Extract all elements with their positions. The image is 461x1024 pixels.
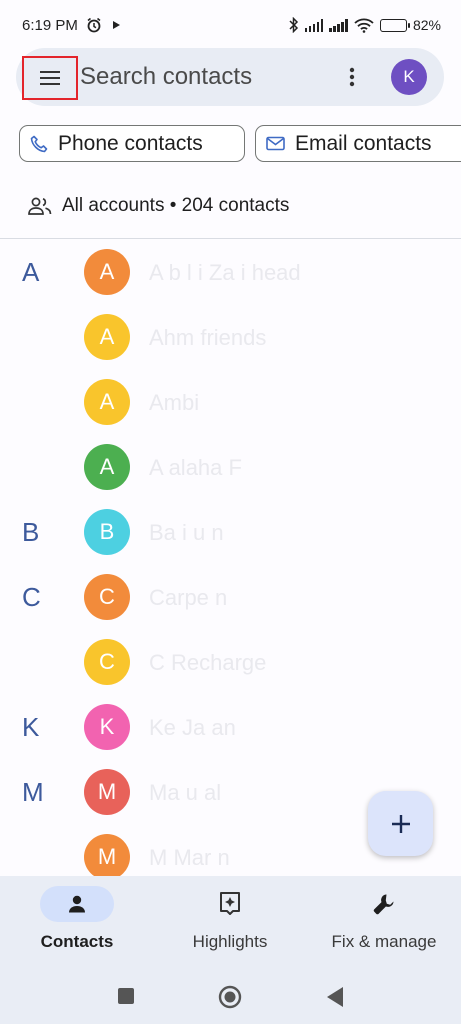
people-icon <box>28 197 52 215</box>
add-contact-button[interactable] <box>368 791 433 856</box>
status-time: 6:19 PM <box>22 16 78 34</box>
contact-name: Ke Ja an <box>149 715 236 740</box>
divider <box>0 238 461 239</box>
phone-contacts-chip[interactable]: Phone contacts <box>19 125 245 162</box>
battery-icon <box>379 18 410 32</box>
contact-name: A alaha F <box>149 455 242 480</box>
highlights-icon <box>220 892 240 915</box>
wrench-icon <box>373 894 394 915</box>
person-icon <box>69 895 85 913</box>
contact-avatar: A <box>84 379 130 425</box>
wifi-icon <box>354 18 374 33</box>
nav-fix-manage[interactable]: Fix & manage <box>309 886 459 952</box>
section-letter: B <box>22 517 40 547</box>
signal-icon <box>329 18 348 32</box>
contact-name: Carpe n <box>149 585 228 610</box>
alarm-icon <box>87 17 101 33</box>
account-initial: K <box>403 67 415 86</box>
hamburger-menu-icon <box>40 71 60 85</box>
contact-row[interactable]: B B Ba i u n <box>0 500 461 564</box>
phone-contacts-label: Phone contacts <box>58 131 203 155</box>
contact-name: A b l i Za i head <box>149 260 301 285</box>
accounts-summary[interactable]: All accounts • 204 contacts <box>28 192 289 220</box>
nav-highlights-label: Highlights <box>192 932 268 951</box>
contact-row[interactable]: C C Recharge <box>0 630 461 694</box>
nav-highlights-pill <box>193 886 267 922</box>
search-bar[interactable]: Search contacts K <box>16 48 444 106</box>
section-letter: M <box>22 777 44 807</box>
section-letter: C <box>22 582 41 612</box>
email-icon <box>266 136 285 151</box>
email-contacts-chip[interactable]: Email contacts <box>255 125 461 162</box>
account-avatar[interactable]: K <box>391 59 427 95</box>
nav-contacts[interactable]: Contacts <box>2 886 152 952</box>
bluetooth-icon <box>289 17 299 33</box>
contact-name: Ahm friends <box>149 325 267 350</box>
email-contacts-label: Email contacts <box>295 131 432 155</box>
nav-contacts-pill <box>40 886 114 922</box>
contact-row[interactable]: A A A b l i Za i head <box>0 240 461 304</box>
contact-row[interactable]: A Ahm friends <box>0 305 461 369</box>
accounts-summary-text: All accounts • 204 contacts <box>62 195 290 216</box>
menu-button[interactable] <box>22 56 78 100</box>
contact-avatar: K <box>84 704 130 750</box>
signal-icon <box>304 18 324 32</box>
contact-avatar: A <box>84 249 130 295</box>
contact-avatar: C <box>84 574 130 620</box>
contact-name: Ba i u n <box>149 520 224 545</box>
nav-fix-manage-pill <box>347 886 421 922</box>
status-bar: 6:19 PM 82% <box>0 0 461 50</box>
contact-avatar: A <box>84 444 130 490</box>
search-input[interactable]: Search contacts <box>80 63 252 91</box>
more-vert-icon <box>349 67 355 87</box>
nav-highlights[interactable]: Highlights <box>155 886 305 952</box>
contact-avatar: C <box>84 639 130 685</box>
nav-fix-manage-label: Fix & manage <box>331 932 437 951</box>
contact-row[interactable]: K K Ke Ja an <box>0 695 461 759</box>
plus-icon <box>391 814 410 833</box>
contact-name: Ma u al <box>149 780 222 805</box>
section-letter: A <box>22 257 40 287</box>
contact-row[interactable]: C C Carpe n <box>0 565 461 629</box>
more-options-button[interactable] <box>338 62 366 92</box>
recents-icon[interactable] <box>117 987 135 1005</box>
home-icon[interactable] <box>218 985 242 1009</box>
system-navigation-bar <box>0 972 461 1020</box>
contact-avatar: A <box>84 314 130 360</box>
contact-row[interactable]: A Ambi <box>0 370 461 434</box>
contact-avatar: M <box>84 834 130 880</box>
nav-contacts-label: Contacts <box>40 932 114 951</box>
contact-avatar: B <box>84 509 130 555</box>
contact-name: Ambi <box>149 390 200 415</box>
contact-row[interactable]: A A alaha F <box>0 435 461 499</box>
phone-icon <box>30 135 48 152</box>
contact-name: C Recharge <box>149 650 267 675</box>
contact-avatar: M <box>84 769 130 815</box>
back-icon[interactable] <box>325 986 345 1008</box>
battery-percent: 82% <box>412 17 441 33</box>
section-letter: K <box>22 712 40 742</box>
contact-name: M Mar n <box>149 845 230 870</box>
play-icon <box>112 21 120 29</box>
